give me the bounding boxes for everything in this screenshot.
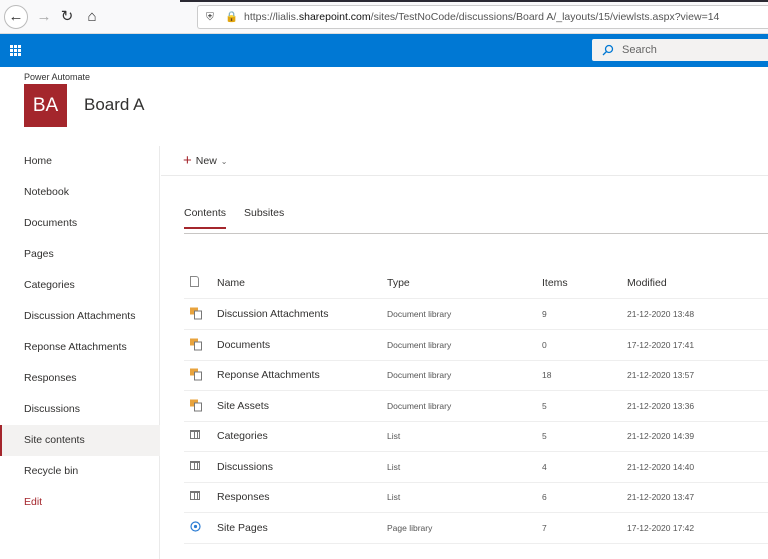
sidebar-item-notebook[interactable]: Notebook xyxy=(0,177,160,208)
search-placeholder: Search xyxy=(622,44,657,56)
new-button[interactable]: + New ⌄ xyxy=(183,152,227,171)
sidebar-item-site-contents[interactable]: Site contents xyxy=(0,425,160,456)
table-row[interactable]: Categories List 5 21-12-2020 14:39 xyxy=(184,421,768,452)
item-type: List xyxy=(387,492,401,502)
item-modified: 17-12-2020 17:41 xyxy=(627,339,695,350)
site-logo[interactable]: BA xyxy=(24,84,67,127)
file-type-header-icon xyxy=(190,276,199,290)
item-count: 5 xyxy=(542,400,547,411)
tab-contents[interactable]: Contents xyxy=(184,207,227,229)
column-name[interactable]: Name xyxy=(217,277,245,289)
document-library-icon xyxy=(190,338,202,351)
item-type: List xyxy=(387,461,401,472)
sidebar-item-categories[interactable]: Categories xyxy=(0,270,160,301)
browser-toolbar: ← → ↻ ⌂ ⛨ 🔒 https://lialis.sharepoint.co… xyxy=(0,0,768,34)
shield-icon: ⛨ xyxy=(206,11,214,23)
sidebar-item-home[interactable]: Home xyxy=(0,146,160,177)
hub-name[interactable]: Power Automate xyxy=(24,72,90,82)
back-button[interactable]: ← xyxy=(4,5,28,29)
item-count: 4 xyxy=(542,461,547,472)
item-name[interactable]: Site Assets xyxy=(217,400,269,412)
list-icon xyxy=(190,430,200,442)
sidebar-item-edit[interactable]: Edit xyxy=(0,487,160,518)
table-row[interactable]: Discussions List 4 21-12-2020 14:40 xyxy=(184,452,768,483)
item-modified: 21-12-2020 14:40 xyxy=(627,461,695,472)
table-row[interactable]: Reponse Attachments Document library 18 … xyxy=(184,360,768,391)
item-modified: 17-12-2020 17:42 xyxy=(627,522,695,533)
item-name[interactable]: Site Pages xyxy=(217,522,268,534)
reload-button[interactable]: ↻ xyxy=(56,6,78,28)
plus-icon: + xyxy=(183,152,192,169)
document-library-icon xyxy=(190,307,202,321)
column-type[interactable]: Type xyxy=(387,277,410,289)
tab-subsites[interactable]: Subsites xyxy=(244,207,284,229)
item-name[interactable]: Discussion Attachments xyxy=(217,308,328,320)
item-modified: 21-12-2020 14:39 xyxy=(627,431,695,441)
lock-icon: 🔒 xyxy=(225,11,239,23)
left-navigation: Home Notebook Documents Pages Categories Disc… xyxy=(0,146,160,559)
item-modified: 21-12-2020 13:36 xyxy=(627,400,695,411)
page-library-icon xyxy=(190,520,201,535)
item-count: 0 xyxy=(542,339,547,350)
column-modified[interactable]: Modified xyxy=(627,277,667,289)
item-count: 5 xyxy=(542,431,547,441)
tab-strip-edge xyxy=(180,0,768,2)
item-name[interactable]: Discussions xyxy=(217,461,273,473)
item-type: Document library xyxy=(387,400,452,411)
table-row[interactable]: Site Assets Document library 5 21-12-202… xyxy=(184,391,768,422)
item-name[interactable]: Documents xyxy=(217,339,270,351)
item-count: 7 xyxy=(542,522,547,533)
table-row[interactable]: Responses List 6 21-12-2020 13:47 xyxy=(184,482,768,513)
item-type: Document library xyxy=(387,370,452,380)
item-type: Document library xyxy=(387,339,452,350)
item-type: Document library xyxy=(387,309,452,319)
sidebar-item-recycle-bin[interactable]: Recycle bin xyxy=(0,456,160,487)
sidebar-item-pages[interactable]: Pages xyxy=(0,239,160,270)
search-box[interactable]: Search xyxy=(592,39,768,61)
new-label: New xyxy=(195,155,217,167)
url-prefix: https://lialis. xyxy=(244,11,299,23)
item-type: Page library xyxy=(387,522,433,533)
sidebar-item-documents[interactable]: Documents xyxy=(0,208,160,239)
home-button[interactable]: ⌂ xyxy=(81,6,103,28)
item-count: 9 xyxy=(542,309,547,319)
document-library-icon xyxy=(190,368,202,382)
table-row[interactable]: Discussion Attachments Document library … xyxy=(184,299,768,330)
sidebar-item-responses[interactable]: Responses xyxy=(0,363,160,394)
item-modified: 21-12-2020 13:57 xyxy=(627,370,695,380)
sidebar-item-discussion-attachments[interactable]: Discussion Attachments xyxy=(0,301,160,332)
column-items[interactable]: Items xyxy=(542,277,568,289)
item-count: 6 xyxy=(542,492,547,502)
site-title[interactable]: Board A xyxy=(84,95,145,115)
item-name[interactable]: Reponse Attachments xyxy=(217,369,320,381)
item-modified: 21-12-2020 13:47 xyxy=(627,492,695,502)
item-modified: 21-12-2020 13:48 xyxy=(627,309,695,319)
chevron-down-icon: ⌄ xyxy=(220,157,228,166)
table-header: Name Type Items Modified xyxy=(184,268,768,299)
list-icon xyxy=(190,460,200,473)
search-icon xyxy=(602,44,614,56)
command-bar: + New ⌄ xyxy=(161,146,768,176)
sidebar-item-discussions[interactable]: Discussions xyxy=(0,394,160,425)
document-library-icon xyxy=(190,399,202,412)
address-bar[interactable]: ⛨ 🔒 https://lialis.sharepoint.com/sites/… xyxy=(197,5,768,29)
item-type: List xyxy=(387,431,401,441)
table-row[interactable]: Site Pages Page library 7 17-12-2020 17:… xyxy=(184,513,768,544)
item-count: 18 xyxy=(542,370,552,380)
item-name[interactable]: Responses xyxy=(217,491,270,503)
content-tabs: Contents Subsites xyxy=(184,205,768,234)
url-domain: sharepoint.com xyxy=(298,11,371,23)
sidebar-item-reponse-attachments[interactable]: Reponse Attachments xyxy=(0,332,160,363)
suite-bar: Search xyxy=(0,34,768,67)
url-path: /sites/TestNoCode/discussions/Board A/_l… xyxy=(370,11,720,23)
table-row[interactable]: Documents Document library 0 17-12-2020 … xyxy=(184,330,768,361)
forward-button[interactable]: → xyxy=(33,6,55,28)
list-icon xyxy=(190,491,200,503)
item-name[interactable]: Categories xyxy=(217,430,268,442)
app-launcher-icon[interactable] xyxy=(10,45,21,56)
